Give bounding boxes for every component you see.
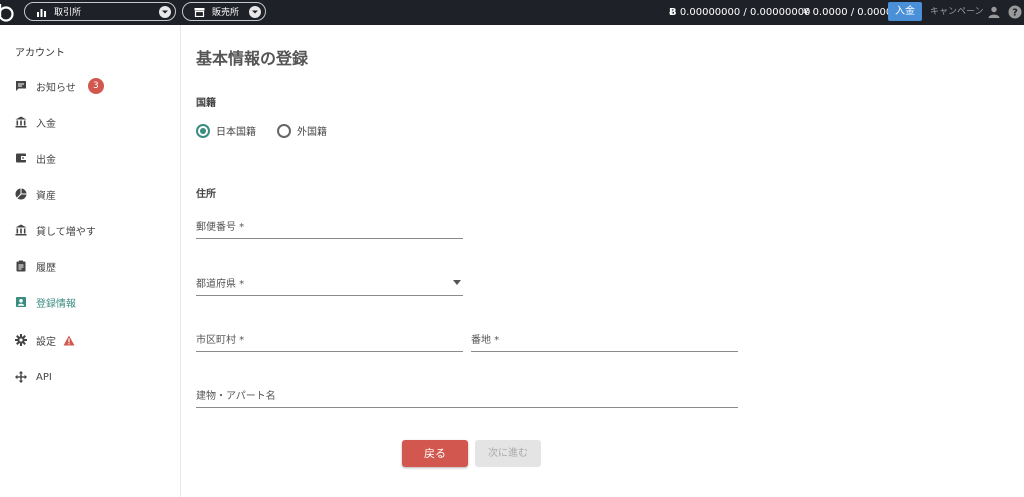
sidebar-item-label: 登録情報 — [36, 298, 76, 310]
chevron-down-icon[interactable] — [249, 6, 261, 18]
sidebar-item-assets[interactable]: 資産 — [15, 185, 56, 203]
bank-icon — [15, 116, 27, 128]
sidebar-item-notifications[interactable]: お知らせ 3 — [15, 77, 104, 95]
page-title: 基本情報の登録 — [196, 49, 309, 68]
sidebar-item-label: API — [36, 371, 52, 383]
move-arrows-icon — [15, 371, 27, 383]
radio-checked-icon[interactable] — [196, 123, 210, 138]
exchange-label: 取引所 — [54, 8, 82, 18]
sidebar-item-withdraw[interactable]: 出金 — [15, 149, 56, 167]
sidebar-item-history[interactable]: 履歴 — [15, 257, 56, 275]
street-number-field[interactable]: 番地 * — [471, 326, 738, 352]
chevron-down-icon[interactable] — [159, 6, 171, 18]
postal-code-placeholder: 郵便番号 * — [196, 222, 245, 233]
wallet-icon — [15, 152, 27, 164]
account-box-icon — [15, 296, 27, 308]
sidebar-item-label: お知らせ — [36, 82, 76, 94]
street-number-placeholder: 番地 * — [471, 335, 500, 346]
prefecture-select[interactable]: 都道府県 * — [196, 270, 463, 296]
dropdown-arrow-icon[interactable] — [453, 280, 461, 285]
sidebar-item-label: 貸して増やす — [36, 226, 96, 238]
message-icon — [15, 80, 27, 92]
svg-text:?: ? — [1012, 8, 1018, 19]
btc-balance: Ƀ 0.00000000 / 0.00000000 — [669, 0, 810, 25]
next-button[interactable]: 次に進む — [475, 440, 541, 467]
campaign-link[interactable]: キャンペーン — [930, 0, 984, 25]
user-icon[interactable] — [988, 6, 1000, 18]
sidebar-item-deposit[interactable]: 入金 — [15, 113, 56, 131]
nationality-label: 国籍 — [196, 98, 216, 109]
bitcoin-icon: Ƀ — [669, 7, 677, 18]
sidebar-item-registration[interactable]: 登録情報 — [15, 293, 76, 311]
radio-label: 外国籍 — [297, 127, 327, 138]
jpy-balance-value: 0.0000 / 0.0000 — [812, 7, 893, 18]
exchange-selector[interactable]: 取引所 — [24, 2, 176, 21]
city-field[interactable]: 市区町村 * — [196, 326, 463, 352]
store-icon — [194, 6, 206, 18]
store-selector[interactable]: 販売所 — [182, 2, 266, 21]
warning-icon — [63, 335, 75, 346]
sidebar-item-label: 履歴 — [36, 262, 56, 274]
help-icon[interactable]: ? — [1008, 5, 1022, 19]
logo-icon[interactable] — [0, 2, 16, 22]
bank-icon — [15, 224, 27, 236]
radio-label: 日本国籍 — [216, 127, 256, 138]
pie-chart-icon — [15, 188, 27, 200]
yen-icon: ¥ — [803, 7, 810, 18]
sidebar-item-api[interactable]: API — [15, 368, 52, 386]
radio-japanese-nationality[interactable]: 日本国籍 — [196, 123, 256, 138]
sidebar-title: アカウント — [15, 48, 65, 59]
postal-code-field[interactable]: 郵便番号 * — [196, 213, 463, 239]
address-label: 住所 — [196, 189, 216, 200]
sidebar-item-lending[interactable]: 貸して増やす — [15, 221, 96, 239]
bar-chart-icon — [36, 6, 48, 18]
notification-count-badge: 3 — [87, 78, 104, 94]
prefecture-placeholder: 都道府県 * — [196, 279, 245, 290]
btc-balance-value: 0.00000000 / 0.00000000 — [679, 7, 811, 18]
building-field[interactable]: 建物・アパート名 — [196, 382, 738, 408]
jpy-balance: ¥ 0.0000 / 0.0000 — [803, 0, 892, 25]
deposit-button[interactable]: 入金 — [888, 2, 922, 21]
clipboard-icon — [15, 260, 27, 272]
radio-foreign-nationality[interactable]: 外国籍 — [277, 123, 327, 138]
sidebar-item-settings[interactable]: 設定 — [15, 331, 75, 349]
sidebar: アカウント お知らせ 3 入金 出金 資産 貸して増やす 履歴 登録情報 設定 … — [0, 25, 181, 497]
radio-unchecked-icon[interactable] — [277, 123, 291, 138]
gear-icon — [15, 334, 27, 346]
building-placeholder: 建物・アパート名 — [196, 391, 276, 402]
top-bar: 取引所 販売所 Ƀ 0.00000000 / 0.00000000 ¥ 0.00… — [0, 0, 1024, 25]
city-placeholder: 市区町村 * — [196, 335, 245, 346]
sidebar-item-label: 資産 — [36, 190, 56, 202]
sidebar-item-label: 入金 — [36, 118, 56, 130]
store-label: 販売所 — [212, 8, 240, 18]
sidebar-item-label: 設定 — [36, 336, 56, 348]
sidebar-item-label: 出金 — [36, 154, 56, 166]
back-button[interactable]: 戻る — [402, 440, 468, 467]
